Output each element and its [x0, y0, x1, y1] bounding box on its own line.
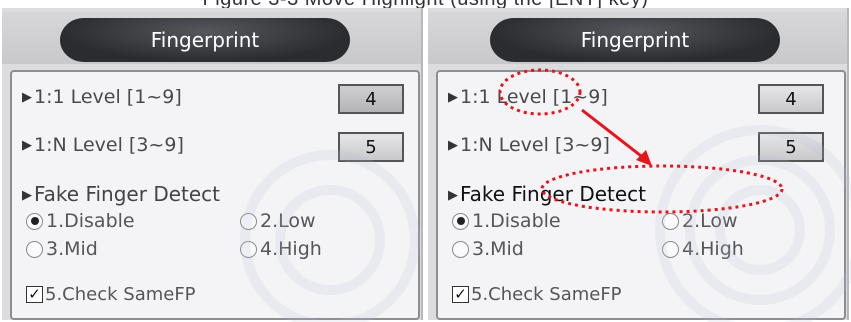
check-same-fp[interactable]: ✓ 5.Check SameFP [452, 284, 622, 305]
level-11-value-box[interactable]: 4 [758, 84, 824, 114]
screen-title: Fingerprint [490, 18, 780, 62]
play-arrow-icon: ▶ [22, 138, 32, 153]
level-11-row[interactable]: ▶ 1:1 Level [1~9] [22, 86, 182, 108]
level-1n-label: 1:N Level [3~9] [34, 134, 184, 156]
level-11-row[interactable]: ▶ 1:1 Level [1~9] [448, 86, 608, 108]
radio-label: 3.Mid [472, 238, 524, 260]
radio-icon [662, 240, 679, 258]
fake-finger-detect-title[interactable]: ▶ Fake Finger Detect [448, 182, 646, 206]
radio-icon [26, 240, 43, 258]
radio-icon [240, 212, 257, 230]
radio-label: 1.Disable [46, 210, 135, 232]
radio-option-high[interactable]: 4.High [240, 238, 322, 260]
level-11-label: 1:1 Level [1~9] [460, 86, 608, 108]
level-1n-value-box[interactable]: 5 [338, 132, 404, 162]
play-arrow-icon: ▶ [448, 138, 458, 153]
radio-option-mid[interactable]: 3.Mid [452, 238, 524, 260]
checkbox-icon: ✓ [26, 286, 43, 303]
radio-label: 4.High [682, 238, 744, 260]
settings-panel: ▶ 1:1 Level [1~9] 4 ▶ 1:N Level [3~9] 5 ▶ F… [436, 70, 846, 320]
radio-label: 1.Disable [472, 210, 561, 232]
level-1n-value-box[interactable]: 5 [758, 132, 824, 162]
radio-icon [240, 240, 257, 258]
fake-finger-detect-title[interactable]: ▶ Fake Finger Detect [22, 182, 220, 206]
level-11-label: 1:1 Level [1~9] [34, 86, 182, 108]
level-11-value-box[interactable]: 4 [338, 84, 404, 114]
play-arrow-icon: ▶ [448, 188, 458, 203]
checkbox-icon: ✓ [452, 286, 469, 303]
level-1n-label: 1:N Level [3~9] [460, 134, 610, 156]
play-arrow-icon: ▶ [22, 188, 32, 203]
radio-option-low[interactable]: 2.Low [662, 210, 738, 232]
screen-title: Fingerprint [60, 18, 350, 62]
fake-finger-detect-label: Fake Finger Detect [34, 182, 221, 206]
radio-option-disable[interactable]: 1.Disable [26, 210, 135, 232]
radio-label: 2.Low [260, 210, 316, 232]
radio-option-low[interactable]: 2.Low [240, 210, 316, 232]
check-same-fp-label: 5.Check SameFP [471, 284, 622, 305]
fingerprint-screen-before: Fingerprint ▶ 1:1 Level [1~9] 4 ▶ 1:N Leve… [2, 8, 423, 320]
level-1n-row[interactable]: ▶ 1:N Level [3~9] [448, 134, 610, 156]
title-bar: Fingerprint [428, 12, 847, 64]
radio-option-disable[interactable]: 1.Disable [452, 210, 561, 232]
check-same-fp-label: 5.Check SameFP [45, 284, 196, 305]
radio-label: 3.Mid [46, 238, 98, 260]
radio-label: 4.High [260, 238, 322, 260]
radio-icon [452, 212, 469, 230]
radio-option-mid[interactable]: 3.Mid [26, 238, 98, 260]
radio-icon [26, 212, 43, 230]
radio-label: 2.Low [682, 210, 738, 232]
radio-icon [452, 240, 469, 258]
fake-finger-detect-label: Fake Finger Detect [460, 182, 647, 206]
play-arrow-icon: ▶ [448, 90, 458, 105]
play-arrow-icon: ▶ [22, 90, 32, 105]
title-bar: Fingerprint [2, 12, 421, 64]
check-same-fp[interactable]: ✓ 5.Check SameFP [26, 284, 196, 305]
fingerprint-screen-after: Fingerprint ▶ 1:1 Level [1~9] 4 ▶ 1:N Leve… [428, 8, 849, 320]
level-1n-row[interactable]: ▶ 1:N Level [3~9] [22, 134, 184, 156]
radio-icon [662, 212, 679, 230]
settings-panel: ▶ 1:1 Level [1~9] 4 ▶ 1:N Level [3~9] 5 ▶ F… [10, 70, 420, 320]
radio-option-high[interactable]: 4.High [662, 238, 744, 260]
